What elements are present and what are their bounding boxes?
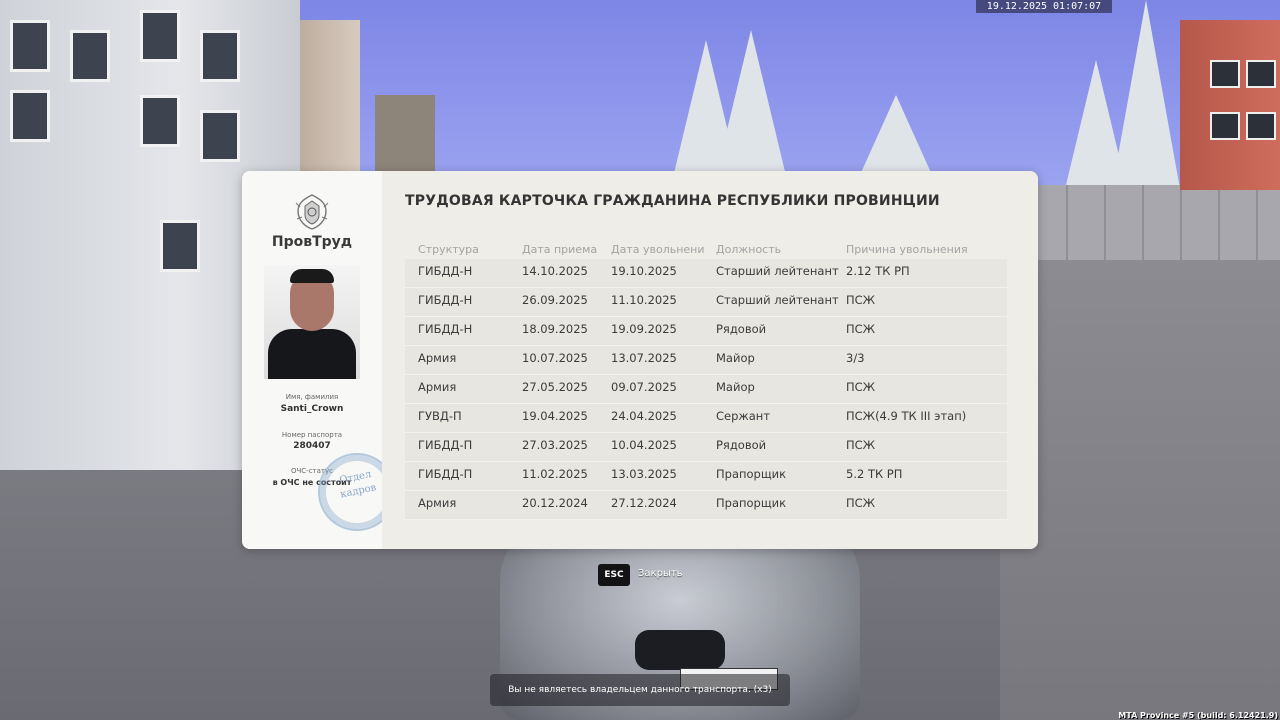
cell-reason: ПСЖ xyxy=(846,322,876,336)
cell-structure: ГИБДД-П xyxy=(418,438,473,452)
cell-reason: ПСЖ xyxy=(846,380,876,394)
cell-structure: ГИБДД-Н xyxy=(418,293,473,307)
table-row: ГИБДД-Н 26.09.2025 11.10.2025 Старший лейте… xyxy=(405,288,1007,317)
distant-building xyxy=(375,95,435,175)
cell-reason: 5.2 ТК РП xyxy=(846,467,903,481)
card-content: ТРУДОВАЯ КАРТОЧКА ГРАЖДАНИНА РЕСПУБЛИКИ … xyxy=(382,171,1038,549)
work-card-panel: ПровТруд Имя, фамилия Santi_Crown Номер … xyxy=(242,171,1038,549)
cell-dismissal-date: 24.04.2025 xyxy=(611,409,677,423)
table-row: ГИБДД-Н 18.09.2025 19.09.2025 Рядовой ПСЖ xyxy=(405,317,1007,346)
cell-dismissal-date: 13.07.2025 xyxy=(611,351,677,365)
cell-structure: Армия xyxy=(418,351,457,365)
cell-reason: 3/3 xyxy=(846,351,865,365)
cell-hire-date: 11.02.2025 xyxy=(522,467,588,481)
table-body: ГИБДД-Н 14.10.2025 19.10.2025 Старший лейте… xyxy=(405,259,1007,520)
table-row: Армия 10.07.2025 13.07.2025 Майор 3/3 xyxy=(405,346,1007,375)
table-row: Армия 20.12.2024 27.12.2024 Прапорщик ПСЖ xyxy=(405,491,1007,520)
cell-hire-date: 14.10.2025 xyxy=(522,264,588,278)
card-title: ТРУДОВАЯ КАРТОЧКА ГРАЖДАНИНА РЕСПУБЛИКИ … xyxy=(405,193,940,209)
cell-dismissal-date: 19.09.2025 xyxy=(611,322,677,336)
table-header: Структура Дата приема Дата увольнени Дол… xyxy=(405,241,1007,259)
column-header-hire-date: Дата приема xyxy=(522,243,598,256)
employment-table: Структура Дата приема Дата увольнени Дол… xyxy=(405,241,1007,520)
cell-dismissal-date: 11.10.2025 xyxy=(611,293,677,307)
cell-hire-date: 19.04.2025 xyxy=(522,409,588,423)
cell-position: Прапорщик xyxy=(716,496,787,510)
cell-reason: ПСЖ xyxy=(846,293,876,307)
cell-hire-date: 10.07.2025 xyxy=(522,351,588,365)
cell-hire-date: 27.05.2025 xyxy=(522,380,588,394)
snowy-tree xyxy=(1110,0,1182,200)
cell-reason: ПСЖ xyxy=(846,496,876,510)
table-row: ГИБДД-П 11.02.2025 13.03.2025 Прапорщик 5.2 … xyxy=(405,462,1007,491)
state-emblem-icon xyxy=(295,194,329,230)
table-row: ГУВД-П 19.04.2025 24.04.2025 Сержант ПСЖ(4.9… xyxy=(405,404,1007,433)
table-row: ГИБДД-П 27.03.2025 10.04.2025 Рядовой ПСЖ xyxy=(405,433,1007,462)
name-value: Santi_Crown xyxy=(280,404,344,414)
cell-position: Сержант xyxy=(716,409,771,423)
org-name: ПровТруд xyxy=(271,234,353,250)
cell-hire-date: 18.09.2025 xyxy=(522,322,588,336)
car-grille xyxy=(635,630,725,670)
vehicle-notice: Вы не являетесь владельцем данного транс… xyxy=(490,674,790,706)
close-label: Закрыть xyxy=(638,568,683,579)
cell-dismissal-date: 13.03.2025 xyxy=(611,467,677,481)
cell-reason: ПСЖ xyxy=(846,438,876,452)
datetime-display: 19.12.2025 01:07:07 xyxy=(976,0,1112,13)
cell-position: Старший лейтенант xyxy=(716,264,839,278)
cell-position: Рядовой xyxy=(716,438,767,452)
stamp-text: Отдел кадров xyxy=(338,468,378,501)
cell-structure: ГУВД-П xyxy=(418,409,462,423)
distant-building xyxy=(290,20,360,180)
citizen-photo xyxy=(264,265,360,379)
column-header-dismissal-date: Дата увольнени xyxy=(611,243,705,256)
card-sidebar: ПровТруд Имя, фамилия Santi_Crown Номер … xyxy=(242,171,396,549)
cell-structure: Армия xyxy=(418,380,457,394)
cell-dismissal-date: 10.04.2025 xyxy=(611,438,677,452)
cell-position: Майор xyxy=(716,351,755,365)
cell-hire-date: 26.09.2025 xyxy=(522,293,588,307)
column-header-reason: Причина увольнения xyxy=(846,243,968,256)
passport-label: Номер паспорта xyxy=(281,431,343,439)
cell-structure: ГИБДД-П xyxy=(418,467,473,481)
snowy-tree xyxy=(860,95,932,175)
cell-position: Старший лейтенант xyxy=(716,293,839,307)
cell-structure: ГИБДД-Н xyxy=(418,322,473,336)
road xyxy=(1000,250,1280,720)
cell-reason: ПСЖ(4.9 ТК III этап) xyxy=(846,409,967,423)
brick-building xyxy=(1180,20,1280,190)
cell-position: Майор xyxy=(716,380,755,394)
esc-key[interactable]: ESC xyxy=(598,564,630,586)
cell-reason: 2.12 ТК РП xyxy=(846,264,910,278)
cell-hire-date: 27.03.2025 xyxy=(522,438,588,452)
build-info: MTA Province #5 (build: 6.12421.9) xyxy=(1118,711,1278,720)
passport-value: 280407 xyxy=(293,441,331,451)
table-row: Армия 27.05.2025 09.07.2025 Майор ПСЖ xyxy=(405,375,1007,404)
cell-position: Рядовой xyxy=(716,322,767,336)
column-header-position: Должность xyxy=(716,243,782,256)
cell-position: Прапорщик xyxy=(716,467,787,481)
name-label: Имя, фамилия xyxy=(285,393,339,401)
cell-dismissal-date: 27.12.2024 xyxy=(611,496,677,510)
fence xyxy=(1030,185,1280,260)
snowy-tree xyxy=(715,30,787,180)
column-header-structure: Структура xyxy=(418,243,479,256)
cell-structure: Армия xyxy=(418,496,457,510)
table-row: ГИБДД-Н 14.10.2025 19.10.2025 Старший лейте… xyxy=(405,259,1007,288)
cell-hire-date: 20.12.2024 xyxy=(522,496,588,510)
cell-dismissal-date: 09.07.2025 xyxy=(611,380,677,394)
cell-structure: ГИБДД-Н xyxy=(418,264,473,278)
cell-dismissal-date: 19.10.2025 xyxy=(611,264,677,278)
